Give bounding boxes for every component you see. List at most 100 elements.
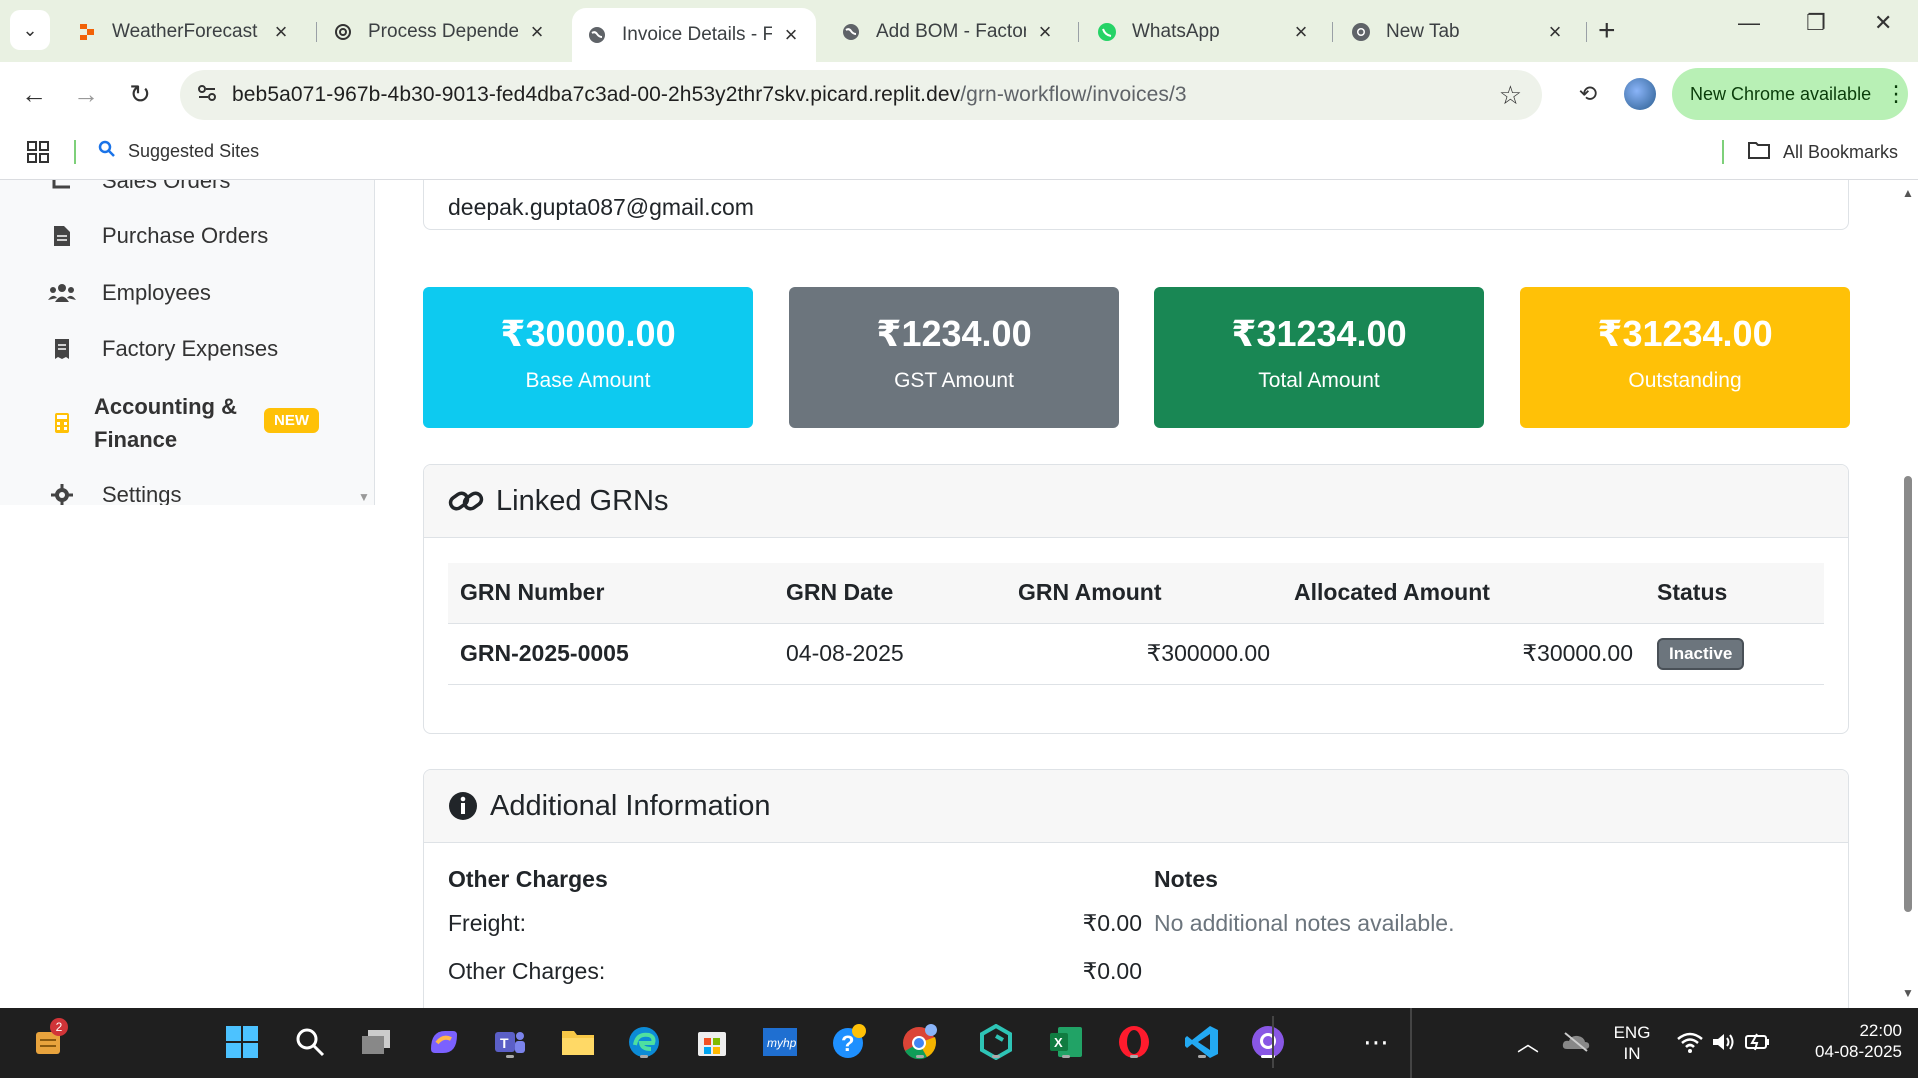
close-icon[interactable]: ×: [526, 19, 548, 45]
taskbar: 2 T myhp ? X ⋯ ︿ ENG IN 22:00 04-08-2025: [0, 1008, 1918, 1078]
more-horizontal-icon[interactable]: ⋯: [1356, 1022, 1396, 1062]
teams-icon[interactable]: T: [490, 1022, 530, 1062]
sidebar-item-accounting-finance[interactable]: Accounting & Finance: [48, 390, 237, 456]
additional-info-panel: Additional Information Other Charges Fre…: [423, 769, 1849, 1008]
bookmark-separator: [1722, 140, 1724, 164]
more-vertical-icon[interactable]: ⋮: [1885, 81, 1907, 107]
microsoft-store-icon[interactable]: [692, 1022, 732, 1062]
svg-text:X: X: [1054, 1035, 1063, 1050]
edge-icon[interactable]: [624, 1022, 664, 1062]
whatsapp-icon: [1096, 21, 1118, 43]
sidebar-item-settings[interactable]: Settings: [48, 482, 182, 505]
onedrive-icon[interactable]: [1556, 1022, 1596, 1062]
chevron-up-icon[interactable]: ︿: [1508, 1022, 1548, 1062]
other-charges-label: Other Charges:: [448, 958, 606, 984]
excel-icon[interactable]: X: [1046, 1022, 1086, 1062]
github-icon[interactable]: [1248, 1022, 1288, 1062]
sales-orders-icon: [48, 180, 76, 191]
site-settings-icon[interactable]: [196, 82, 218, 109]
allocated-amount: ₹30000.00: [1282, 623, 1645, 685]
stat-label: Total Amount: [1258, 369, 1380, 392]
restore-button[interactable]: ❐: [1806, 10, 1826, 36]
language-line: ENG: [1613, 1023, 1651, 1042]
vendor-email: deepak.gupta087@gmail.com: [448, 194, 754, 220]
bookmark-separator: [74, 140, 76, 164]
scroll-down-icon[interactable]: ▼: [1902, 986, 1914, 1000]
running-indicator: [916, 1055, 924, 1058]
bookmark-suggested-sites[interactable]: Suggested Sites: [98, 140, 259, 163]
tab-invoice-details[interactable]: Invoice Details - Fa ×: [572, 8, 816, 62]
tab-new-tab[interactable]: New Tab ×: [1336, 8, 1580, 56]
sidebar-scroll-down-icon[interactable]: ▼: [358, 490, 370, 504]
sidebar-item-factory-expenses[interactable]: Factory Expenses: [48, 336, 278, 362]
bookmark-star-icon[interactable]: ☆: [1499, 80, 1522, 111]
tab-add-bom[interactable]: Add BOM - Factory ×: [826, 8, 1070, 56]
task-view-icon[interactable]: [356, 1022, 396, 1062]
scroll-up-icon[interactable]: ▲: [1902, 186, 1914, 200]
forward-button[interactable]: →: [68, 76, 104, 112]
notification-count: 2: [50, 1018, 68, 1036]
copilot-icon[interactable]: [424, 1022, 464, 1062]
tab-weatherforecast[interactable]: WeatherForecast - ×: [62, 8, 306, 56]
extensions-button[interactable]: ⟲: [1570, 76, 1606, 112]
tab-title: Invoice Details - Fa: [622, 24, 772, 45]
close-window-button[interactable]: ✕: [1874, 10, 1892, 36]
reload-button[interactable]: ↻: [122, 76, 158, 112]
bookmarks-bar: Suggested Sites All Bookmarks: [0, 126, 1918, 180]
chrome-update-button[interactable]: New Chrome available ⋮: [1672, 68, 1908, 120]
sidebar-item-employees[interactable]: Employees: [48, 280, 211, 306]
app-cube-icon[interactable]: [976, 1022, 1016, 1062]
tab-whatsapp[interactable]: WhatsApp ×: [1082, 8, 1326, 56]
back-button[interactable]: ←: [16, 76, 52, 112]
tab-process-dependency[interactable]: Process Dependen ×: [318, 8, 562, 56]
clock-date: 04-08-2025: [1815, 1042, 1902, 1061]
scrollbar-thumb[interactable]: [1904, 476, 1912, 912]
close-icon[interactable]: ×: [270, 19, 292, 45]
sidebar-item-purchase-orders[interactable]: Purchase Orders: [48, 223, 268, 249]
svg-text:myhp: myhp: [767, 1036, 797, 1050]
chrome-icon[interactable]: [900, 1022, 940, 1062]
panel-title: Additional Information: [490, 789, 771, 822]
tab-search-button[interactable]: ⌄: [10, 10, 50, 50]
all-bookmarks-button[interactable]: All Bookmarks: [1747, 140, 1898, 165]
close-icon[interactable]: ×: [1544, 19, 1566, 45]
close-icon[interactable]: ×: [780, 22, 802, 48]
close-icon[interactable]: ×: [1034, 19, 1056, 45]
arrow-left-icon: ←: [21, 78, 47, 109]
other-charges-heading: Other Charges: [448, 866, 608, 892]
taskbar-divider: [1410, 1008, 1412, 1078]
help-icon[interactable]: ?: [830, 1022, 870, 1062]
myhp-icon[interactable]: myhp: [760, 1022, 800, 1062]
globe-icon: [586, 24, 608, 46]
battery-icon[interactable]: [1738, 1022, 1778, 1062]
tab-title: WhatsApp: [1132, 21, 1220, 42]
clock[interactable]: 22:00 04-08-2025: [1794, 1020, 1902, 1062]
apps-grid-icon[interactable]: [26, 140, 50, 169]
arrow-right-icon: →: [73, 78, 99, 109]
page-scrollbar[interactable]: ▲ ▼: [1898, 180, 1918, 1008]
stat-value: ₹30000.00: [500, 313, 676, 354]
chevron-down-icon: ⌄: [22, 19, 38, 40]
opera-icon[interactable]: [1114, 1022, 1154, 1062]
page-viewport: Sales Orders Purchase Orders Employees F…: [0, 180, 1918, 1008]
close-icon[interactable]: ×: [1290, 19, 1312, 45]
new-tab-button[interactable]: +: [1598, 14, 1616, 48]
widgets-icon[interactable]: 2: [28, 1018, 68, 1062]
stat-card-gst-amount: ₹1234.00 GST Amount: [789, 287, 1119, 428]
stat-label: Outstanding: [1628, 369, 1742, 392]
vscode-icon[interactable]: [1182, 1022, 1222, 1062]
language-indicator[interactable]: ENG IN: [1612, 1022, 1652, 1064]
url-host: beb5a071-967b-4b30-9013-fed4dba7c3ad-00-…: [232, 83, 961, 106]
stat-card-total-amount: ₹31234.00 Total Amount: [1154, 287, 1484, 428]
windows-start-icon[interactable]: [222, 1022, 262, 1062]
other-charges-value: ₹0.00: [1082, 958, 1142, 984]
file-explorer-icon[interactable]: [558, 1022, 598, 1062]
globe-icon: [840, 21, 862, 43]
minimize-button[interactable]: —: [1738, 10, 1760, 36]
avatar[interactable]: [1624, 78, 1656, 110]
sidebar-item-label: Factory Expenses: [102, 336, 279, 361]
search-icon[interactable]: [290, 1022, 330, 1062]
sidebar-item-sales-orders[interactable]: Sales Orders: [48, 180, 230, 194]
new-badge: NEW: [264, 408, 319, 433]
address-bar[interactable]: beb5a071-967b-4b30-9013-fed4dba7c3ad-00-…: [180, 70, 1542, 120]
